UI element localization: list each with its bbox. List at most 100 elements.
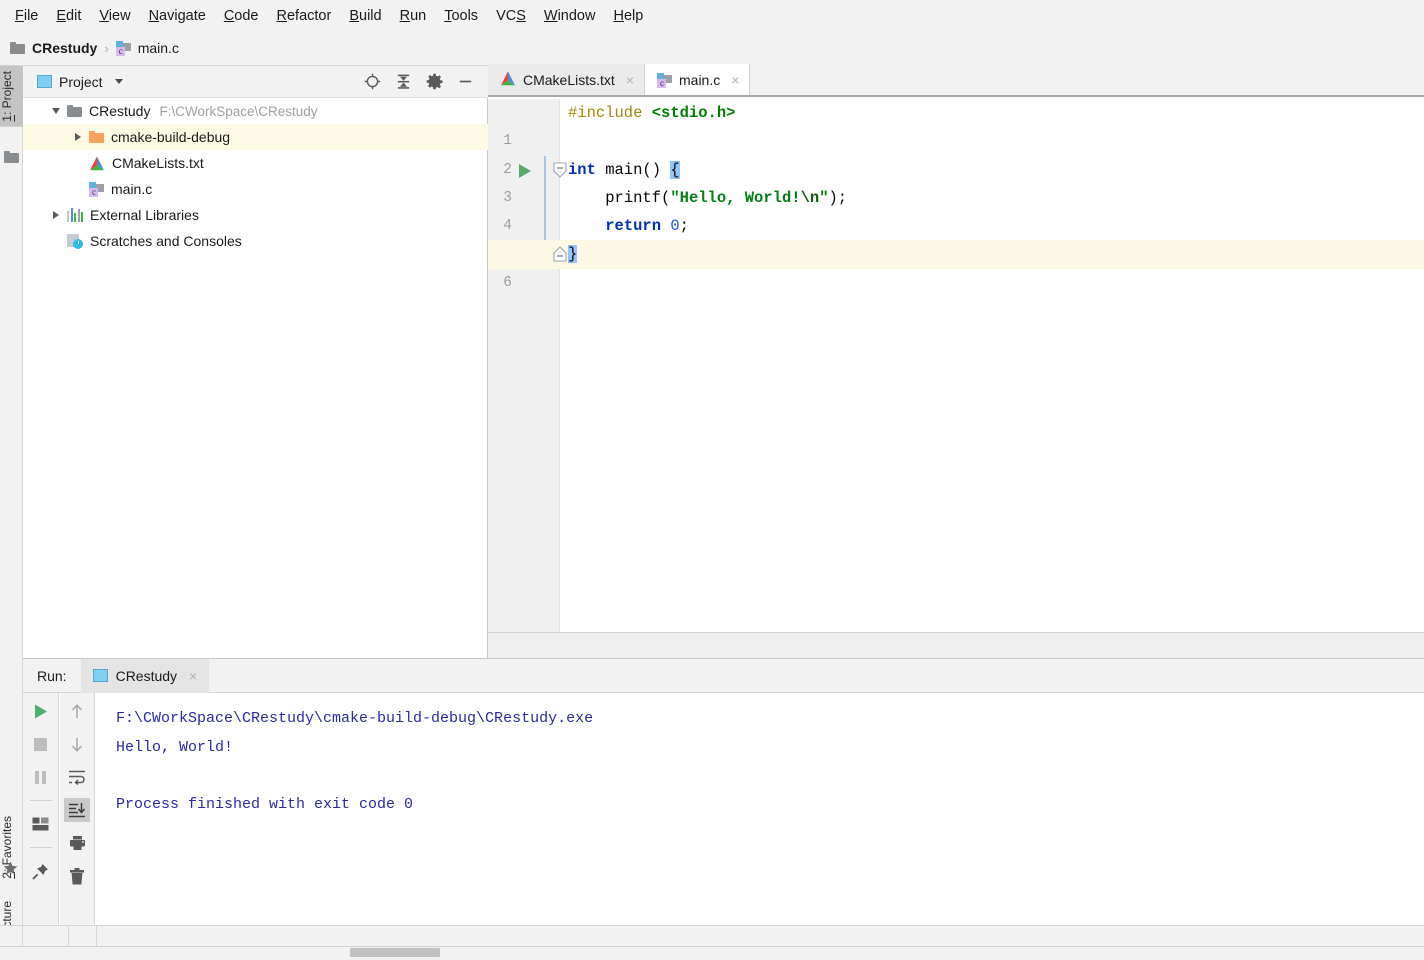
menu-item-help[interactable]: Help: [604, 5, 652, 27]
menu-item-edit[interactable]: Edit: [47, 5, 90, 27]
menu-item-label-post: elp: [623, 7, 644, 24]
token-zero: 0: [661, 217, 680, 236]
project-panel-header: Project: [23, 66, 488, 98]
soft-wrap-icon: [69, 770, 85, 785]
code-line-6: 6 }: [488, 240, 1424, 291]
token-main: main(): [595, 160, 671, 179]
expand-toggle[interactable]: [45, 98, 67, 124]
prev-occurrence-button[interactable]: [64, 699, 90, 723]
run-gutter-icon[interactable]: [519, 163, 531, 178]
breadcrumb-separator: ›: [104, 40, 109, 56]
menu-item-tools[interactable]: Tools: [435, 5, 487, 27]
menu-item-view[interactable]: View: [90, 5, 139, 27]
project-tool-window: Project CRestudy F:\CWorkSpace\CRestudy …: [23, 66, 488, 658]
menu-item-mnemonic: B: [349, 7, 359, 24]
hide-panel-icon[interactable]: [457, 73, 474, 90]
bottom-strip-cell-b[interactable]: [69, 926, 97, 947]
stop-button[interactable]: [28, 732, 54, 756]
tab-label: CMakeLists.txt: [523, 71, 615, 88]
fold-end-icon[interactable]: [553, 246, 567, 263]
project-panel-title-group[interactable]: Project: [23, 74, 123, 90]
pin-button[interactable]: [28, 859, 54, 883]
menu-item-label-post: dit: [66, 7, 82, 24]
code-content: int main() {: [568, 156, 680, 184]
menu-item-mnemonic: S: [516, 7, 526, 24]
token-escape: \n: [800, 188, 820, 207]
bottom-strip-cell-a[interactable]: [23, 926, 69, 947]
token-return: return: [605, 217, 662, 236]
output-line-blank: [116, 762, 1424, 791]
close-icon[interactable]: ×: [731, 73, 739, 87]
close-icon[interactable]: ×: [626, 73, 634, 87]
scroll-to-end-icon: [69, 803, 86, 818]
tab-cmakelists-txt[interactable]: CMakeLists.txt ×: [488, 64, 645, 95]
menu-item-run[interactable]: Run: [391, 5, 436, 27]
project-folder-icon: [4, 151, 19, 165]
next-occurrence-button[interactable]: [64, 732, 90, 756]
token-printf-call: printf(: [605, 188, 671, 207]
code-editor[interactable]: 1 #include <stdio.h> 2 3 int main() { 4 …: [488, 99, 1424, 698]
breadcrumb-file-label: main.c: [137, 40, 179, 56]
fold-open-icon[interactable]: [553, 162, 567, 178]
print-button[interactable]: [64, 831, 90, 855]
menu-item-label-post: ile: [23, 7, 39, 24]
bottom-strip-cell-structure[interactable]: [0, 926, 23, 947]
up-arrow-icon: [71, 703, 83, 718]
menu-item-navigate[interactable]: Navigate: [140, 5, 215, 27]
tree-item-external-libraries[interactable]: External Libraries: [23, 202, 488, 228]
code-content: return 0;: [568, 212, 689, 240]
chevron-down-icon[interactable]: [114, 79, 123, 84]
sidebar-tab-project[interactable]: 1: Project: [0, 66, 23, 127]
menu-item-mnemonic: C: [223, 7, 235, 24]
collapse-all-icon[interactable]: [395, 73, 412, 90]
tab-main-c[interactable]: c main.c ×: [645, 64, 751, 95]
breadcrumb: CRestudy › c main.c: [0, 31, 1424, 66]
run-output-console[interactable]: F:\CWorkSpace\CRestudy\cmake-build-debug…: [96, 693, 1424, 926]
expand-toggle[interactable]: [45, 202, 67, 228]
run-toolbar-secondary: [60, 693, 95, 926]
toolbar-divider: [29, 800, 52, 801]
tree-item-cmake-build-debug[interactable]: cmake-build-debug: [23, 124, 488, 150]
menu-item-vcs[interactable]: VCS: [487, 5, 535, 27]
menu-item-build[interactable]: Build: [340, 5, 390, 27]
token-open-brace: {: [670, 160, 680, 179]
scroll-to-end-button[interactable]: [64, 798, 90, 822]
left-tool-strip: 1: Project 2: Favorites 7: Structure: [0, 66, 23, 960]
settings-gear-icon[interactable]: [426, 73, 443, 90]
star-icon: [3, 861, 18, 875]
folder-icon: [67, 105, 82, 117]
run-config-icon: [92, 669, 108, 682]
layout-button[interactable]: [28, 812, 54, 836]
run-panel-label: Run:: [37, 667, 67, 684]
menu-item-code[interactable]: Code: [215, 5, 268, 27]
run-tab-crestudy[interactable]: CRestudy ×: [80, 658, 210, 693]
run-icon: [35, 704, 47, 718]
menu-item-refactor[interactable]: Refactor: [268, 5, 341, 27]
bottom-status-strip: https://blog.csdn.net/weixin_45492007: [0, 925, 1424, 947]
soft-wrap-button[interactable]: [64, 765, 90, 789]
layout-icon: [32, 817, 49, 831]
tree-item-main-c[interactable]: c main.c: [23, 176, 488, 202]
tree-item-scratches-and-consoles[interactable]: Scratches and Consoles: [23, 228, 488, 254]
trash-icon: [70, 867, 84, 884]
close-icon[interactable]: ×: [189, 668, 197, 684]
editor-tab-bar: CMakeLists.txt × c main.c ×: [488, 64, 1424, 97]
tree-item-label: CMakeLists.txt: [112, 155, 204, 171]
menu-item-label-pre: VC: [496, 7, 517, 24]
menu-item-file[interactable]: File: [6, 5, 47, 27]
breadcrumb-project[interactable]: CRestudy: [10, 40, 97, 56]
breadcrumb-file[interactable]: c main.c: [115, 40, 179, 56]
rerun-button[interactable]: [28, 699, 54, 723]
menu-item-window[interactable]: Window: [535, 5, 605, 27]
code-line-1: 1 #include <stdio.h>: [488, 99, 1424, 149]
libraries-icon: [67, 208, 83, 222]
pause-button[interactable]: [28, 765, 54, 789]
tree-item-cmakelists[interactable]: CMakeLists.txt: [23, 150, 488, 176]
locate-target-icon[interactable]: [364, 73, 381, 90]
clear-all-button[interactable]: [64, 864, 90, 888]
tree-item-crestudy[interactable]: CRestudy F:\CWorkSpace\CRestudy: [23, 98, 488, 124]
tree-item-label: External Libraries: [90, 207, 199, 223]
horizontal-scrollbar-thumb[interactable]: [350, 948, 440, 957]
expand-toggle[interactable]: [67, 124, 89, 150]
